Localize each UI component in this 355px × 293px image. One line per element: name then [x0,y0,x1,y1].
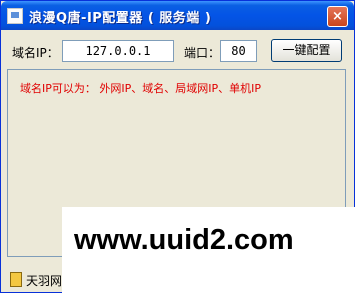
watermark-overlay: www.uuid2.com [62,207,355,293]
app-icon [7,8,23,24]
domain-ip-label: 域名IP： [12,46,59,60]
port-label: 端口： [184,46,221,60]
close-button[interactable]: × [327,6,348,27]
port-input[interactable] [220,40,257,62]
domain-ip-input[interactable] [62,40,174,62]
title-bar[interactable]: 浪漫Q唐-IP配置器 ( 服务端 ) × [1,1,354,30]
one-click-config-button[interactable]: 一键配置 [271,39,342,62]
status-icon [10,272,22,287]
window-title: 浪漫Q唐-IP配置器 ( 服务端 ) [29,11,212,26]
watermark-text: www.uuid2.com [74,224,294,256]
info-text: 域名IP可以为： 外网IP、域名、局域网IP、单机IP [20,82,262,95]
status-text: 天羽网 [26,274,63,288]
